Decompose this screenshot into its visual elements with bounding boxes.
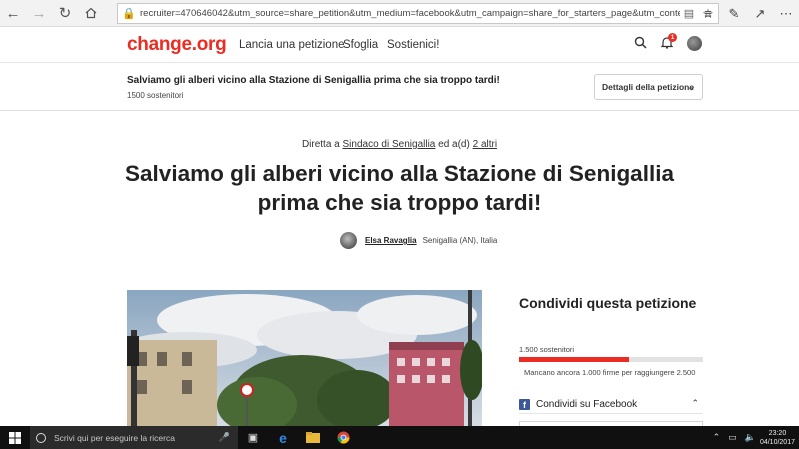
nav-start-petition[interactable]: Lancia una petizione [239, 39, 345, 51]
windows-taskbar: Scrivi qui per eseguire la ricerca 🎤 ▣ e… [0, 426, 799, 449]
hub-icon[interactable]: ≡ [695, 6, 721, 21]
directed-target-link[interactable]: Sindaco di Senigallia [343, 139, 436, 150]
task-view-icon[interactable]: ▣ [238, 426, 268, 449]
network-icon[interactable]: ▭ [728, 432, 737, 443]
share-icon[interactable]: ↗ [747, 6, 773, 22]
nav-browse[interactable]: Sfoglia [343, 39, 378, 51]
author-row: Elsa Ravaglia Senigallia (AN), Italia [340, 232, 497, 249]
petition-title-line2: prima che sia troppo tardi! [257, 190, 542, 215]
signature-progress-bar [519, 357, 703, 362]
nav-support[interactable]: Sostienici! [387, 39, 439, 51]
site-header: change.org Lancia una petizione Sfoglia … [0, 27, 799, 63]
petition-details-button[interactable]: Dettagli della petizione ⌄ [594, 74, 703, 100]
signature-progress-fill [519, 357, 630, 362]
taskbar-clock[interactable]: 23:20 04/10/2017 [760, 429, 795, 447]
petition-title-line1: Salviamo gli alberi vicino alla Stazione… [125, 161, 674, 186]
directed-prefix: Diretta a [301, 139, 343, 150]
sticky-petition-title: Salviamo gli alberi vicino alla Stazione… [127, 75, 500, 86]
edge-browser-icon[interactable]: e [268, 426, 298, 449]
microphone-icon[interactable]: 🎤 [219, 432, 230, 443]
more-icon[interactable]: ⋯ [773, 6, 799, 22]
facebook-icon: f [519, 399, 530, 410]
windows-start-icon[interactable] [0, 426, 30, 449]
author-location: Senigallia (AN), Italia [422, 236, 498, 245]
taskbar-search[interactable]: Scrivi qui per eseguire la ricerca 🎤 [30, 426, 238, 449]
volume-icon[interactable]: 🔈 [745, 432, 756, 443]
search-icon[interactable] [634, 36, 647, 52]
facebook-share-toggle[interactable]: f Condividi su Facebook ⌃ [519, 396, 703, 414]
petition-details-label: Dettagli della petizione [602, 82, 695, 92]
taskbar-search-placeholder: Scrivi qui per eseguire la ricerca [54, 432, 175, 443]
clock-time: 23:20 [768, 429, 787, 437]
address-bar[interactable]: 🔒 recruiter=470646042&utm_source=share_p… [117, 3, 719, 24]
system-tray: ⌃ ▭ 🔈 23:20 04/10/2017 [709, 426, 799, 449]
petition-sticky-bar: Salviamo gli alberi vicino alla Stazione… [0, 63, 799, 111]
directed-middle: ed a(d) [435, 139, 473, 150]
chevron-up-icon: ⌃ [691, 398, 699, 408]
facebook-share-label: Condividi su Facebook [536, 399, 638, 410]
notification-badge: 1 [668, 33, 677, 42]
petition-directed-to: Diretta a Sindaco di Senigallia ed a(d) … [0, 139, 799, 150]
author-name-link[interactable]: Elsa Ravaglia [365, 236, 417, 245]
browser-toolbar: ← → ↻ 🔒 recruiter=470646042&utm_source=s… [0, 0, 799, 27]
chevron-down-icon: ⌄ [687, 82, 695, 92]
directed-others-link[interactable]: 2 altri [473, 139, 497, 150]
forward-icon[interactable]: → [26, 0, 52, 27]
refresh-icon[interactable]: ↻ [52, 0, 78, 27]
petition-title: Salviamo gli alberi vicino alla Stazione… [0, 159, 799, 217]
sticky-supporter-count: 1500 sostenitori [127, 91, 184, 100]
signatures-remaining: Mancano ancora 1.000 firme per raggiunge… [524, 368, 696, 377]
url-text: recruiter=470646042&utm_source=share_pet… [140, 8, 680, 19]
share-supporter-count: 1.500 sostenitori [519, 345, 575, 354]
home-icon[interactable] [78, 0, 104, 27]
back-icon[interactable]: ← [0, 0, 26, 27]
cortana-icon [36, 432, 46, 443]
clock-date: 04/10/2017 [759, 438, 795, 446]
change-org-logo[interactable]: change.org [127, 34, 227, 56]
show-hidden-icons-icon[interactable]: ⌃ [713, 432, 721, 443]
petition-photo [127, 290, 482, 426]
user-avatar[interactable] [687, 36, 702, 51]
pen-icon[interactable]: ✎ [721, 6, 747, 22]
file-explorer-icon[interactable] [298, 426, 328, 449]
lock-icon: 🔒 [122, 8, 136, 20]
chrome-icon[interactable] [328, 426, 358, 449]
author-avatar[interactable] [340, 232, 357, 249]
share-title: Condividi questa petizione [519, 295, 697, 311]
